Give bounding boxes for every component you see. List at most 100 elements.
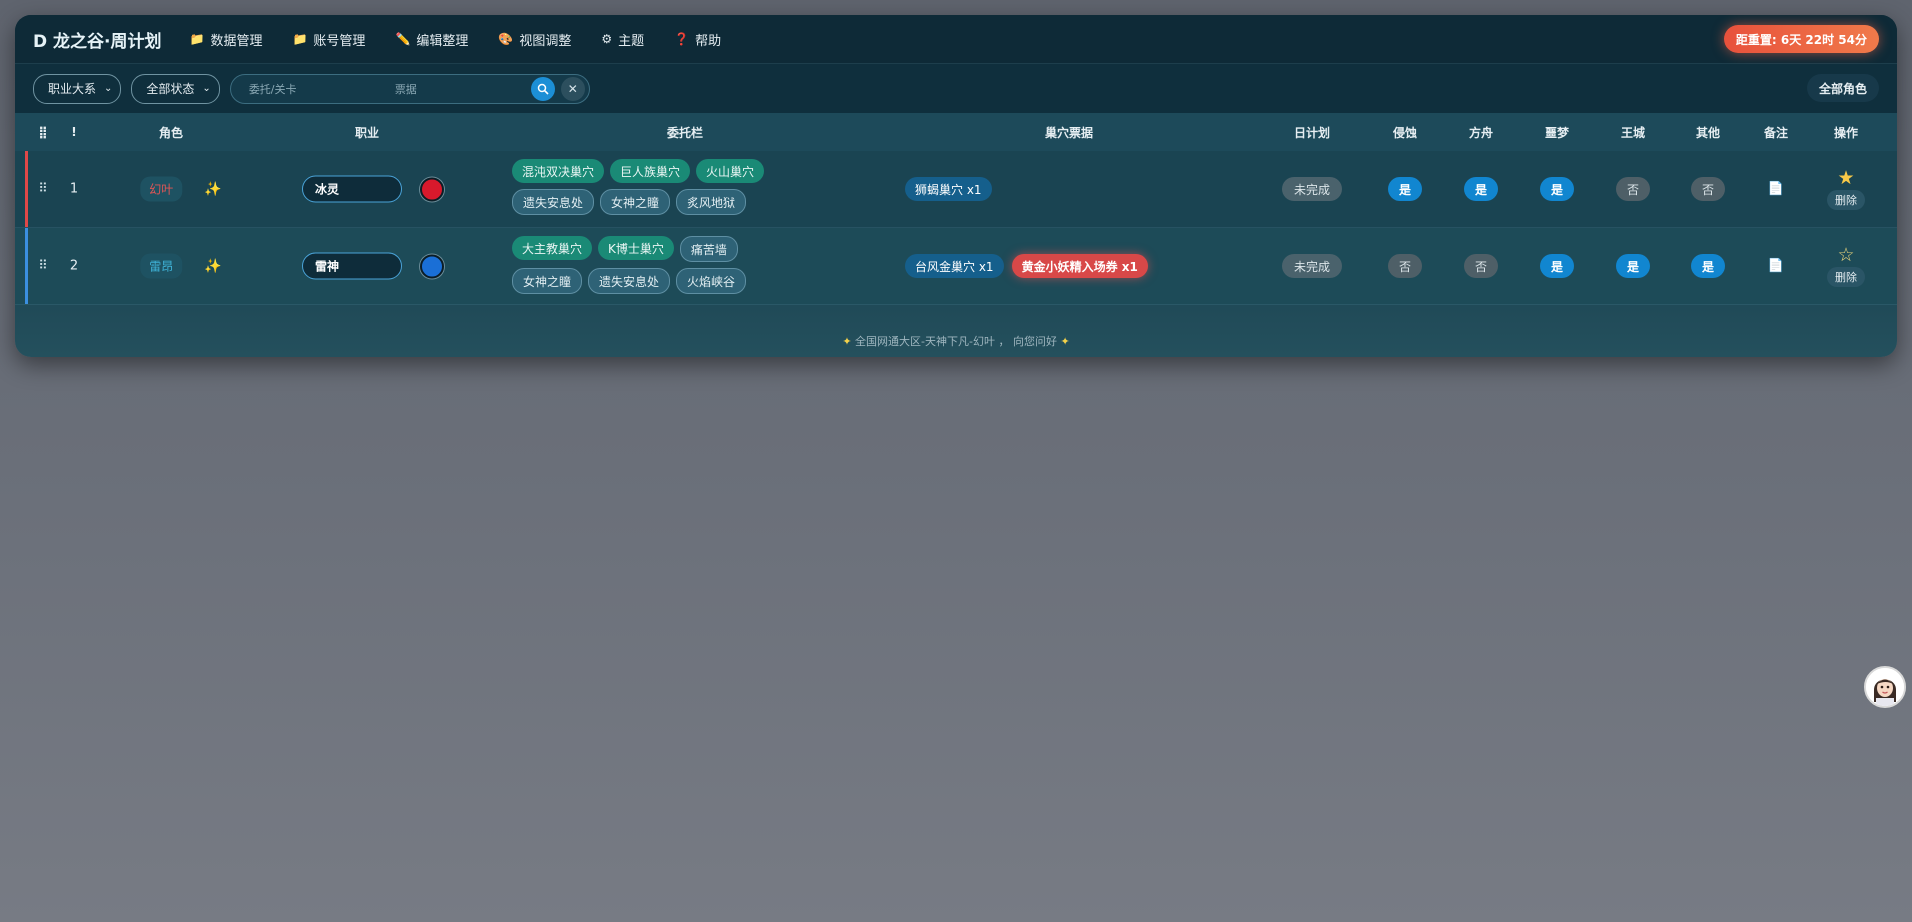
star-filled-icon[interactable]: ★	[1837, 168, 1854, 188]
footer-text: 全国网通大区-天神下凡-幻叶 ， 向您问好	[855, 335, 1057, 348]
header-ops: 操作	[1833, 125, 1859, 140]
task-chip[interactable]: 痛苦墙	[679, 236, 738, 262]
table-cell: 1	[70, 182, 78, 197]
ticket-badge[interactable]: 台风金巢穴 x1	[905, 254, 1004, 278]
status-filter-select[interactable]: 全部状态 ⌄	[131, 73, 220, 104]
other-toggle[interactable]: 否	[1691, 177, 1725, 201]
close-icon: ✕	[567, 81, 578, 96]
note-icon[interactable]: 📄	[1768, 259, 1784, 274]
royal-toggle[interactable]: 否	[1616, 177, 1650, 201]
star-outline-icon[interactable]: ☆	[1837, 245, 1854, 265]
row-actions: ☆ 删除	[1827, 245, 1865, 287]
header-tasks: 委托栏	[666, 125, 704, 140]
task-chip[interactable]: 遗失安息处	[512, 189, 595, 215]
task-chip[interactable]: K博士巢穴	[598, 236, 674, 260]
task-chip[interactable]: 大主教巢穴	[512, 236, 593, 260]
job-input[interactable]: 冰灵	[302, 175, 402, 203]
ticket-badge[interactable]: 黄金小妖精入场券 x1	[1011, 254, 1148, 278]
status-filter-value: 全部状态	[146, 82, 195, 96]
header-flag: !	[71, 125, 77, 139]
menu-item-3[interactable]: ✏️ 编辑整理	[395, 30, 468, 49]
task-chip[interactable]: 女神之瞳	[600, 189, 671, 215]
ticket-search-input[interactable]: 票据	[395, 81, 525, 97]
task-chip[interactable]: 遗失安息处	[588, 268, 671, 294]
top-menu: 📁 数据管理 📁 账号管理 ✏️ 编辑整理 🎨 视图调整 ⚙ 主题 ❓ 帮助	[190, 30, 752, 49]
task-chip-list: 混沌双决巢穴 巨人族巢穴 火山巢穴遗失安息处 女神之瞳 炙风地狱	[512, 159, 812, 215]
header-ark: 方舟	[1468, 125, 1494, 140]
note-icon[interactable]: 📄	[1768, 182, 1784, 197]
table-row: ⠿ 1 幻叶 ✨ 冰灵 混沌双决巢穴 巨人族巢穴 火山巢穴遗失安息处 女神之瞳 炙风地狱 狮蝎巢穴 …	[15, 151, 1897, 228]
task-chip[interactable]: 巨人族巢穴	[610, 159, 691, 183]
ticket-list: 台风金巢穴 x1 黄金小妖精入场券 x1	[905, 254, 1148, 278]
avatar-icon	[1866, 668, 1904, 706]
menu-item-5[interactable]: ⚙ 主题	[601, 30, 644, 49]
table-cell: 未完成	[1281, 177, 1343, 201]
nightmare-toggle[interactable]: 是	[1540, 177, 1574, 201]
role-cell: 雷昂 ✨	[140, 253, 222, 279]
menu-item-1[interactable]: 📁 数据管理	[190, 30, 263, 49]
drag-handle-icon[interactable]: ⠿	[38, 259, 48, 274]
sparkle-icon[interactable]: ✨	[204, 181, 221, 197]
row-actions: ★ 删除	[1827, 168, 1865, 210]
table-cell: 幻叶 ✨	[140, 176, 222, 202]
menu-icon: 📁	[189, 32, 205, 46]
sparkle-icon[interactable]: ✨	[204, 258, 221, 274]
table-cell: 是	[1540, 254, 1574, 278]
role-cell: 幻叶 ✨	[140, 176, 222, 202]
job-input[interactable]: 雷神	[302, 252, 402, 280]
royal-toggle[interactable]: 是	[1616, 254, 1650, 278]
job-color-swatch[interactable]	[420, 177, 444, 201]
chevron-down-icon: ⌄	[104, 83, 113, 94]
table-cell: 是	[1388, 177, 1422, 201]
table-cell: 是	[1464, 177, 1498, 201]
table-cell: 冰灵	[302, 175, 444, 203]
table-cell: ⠿	[38, 259, 48, 274]
menu-icon: ✏️	[395, 32, 411, 46]
role-name-tag[interactable]: 幻叶	[140, 176, 183, 202]
delete-button[interactable]: 删除	[1827, 267, 1865, 287]
filter-toolbar: 职业大系 ⌄ 全部状态 ⌄ 委托/关卡 票据 ✕ 全部角色	[15, 64, 1897, 113]
table-cell: ☆ 删除	[1827, 245, 1865, 287]
table-cell: 2	[70, 259, 78, 274]
table-cell: 📄	[1768, 259, 1784, 274]
daily-plan-status[interactable]: 未完成	[1281, 254, 1343, 278]
task-search-input[interactable]: 委托/关卡	[249, 81, 395, 97]
chevron-down-icon: ⌄	[202, 83, 211, 94]
invade-toggle[interactable]: 否	[1388, 254, 1422, 278]
job-cell: 雷神	[302, 252, 444, 280]
menu-item-6[interactable]: ❓ 帮助	[674, 30, 721, 49]
footer-greeting: ✦ 全国网通大区-天神下凡-幻叶 ， 向您问好 ✦	[15, 333, 1897, 349]
all-roles-button[interactable]: 全部角色	[1806, 74, 1879, 102]
invade-toggle[interactable]: 是	[1388, 177, 1422, 201]
clear-search-button[interactable]: ✕	[560, 76, 585, 101]
task-chip[interactable]: 炙风地狱	[676, 189, 747, 215]
menu-item-label: 数据管理	[210, 33, 263, 49]
search-button[interactable]	[530, 76, 555, 101]
ark-toggle[interactable]: 否	[1464, 254, 1498, 278]
header-daily: 日计划	[1293, 125, 1331, 140]
menu-item-label: 帮助	[695, 33, 722, 49]
table-cell: 否	[1464, 254, 1498, 278]
task-chip[interactable]: 火焰峡谷	[676, 268, 747, 294]
task-chip[interactable]: 混沌双决巢穴	[512, 159, 605, 183]
ark-toggle[interactable]: 是	[1464, 177, 1498, 201]
class-filter-select[interactable]: 职业大系 ⌄	[33, 73, 122, 104]
job-color-swatch[interactable]	[420, 254, 444, 278]
daily-plan-status[interactable]: 未完成	[1281, 177, 1343, 201]
task-chip[interactable]: 火山巢穴	[696, 159, 765, 183]
ticket-badge[interactable]: 狮蝎巢穴 x1	[905, 177, 992, 201]
menu-icon: 📁	[292, 32, 308, 46]
sparkle-icon: ✦	[1060, 335, 1070, 348]
menu-item-2[interactable]: 📁 账号管理	[292, 30, 365, 49]
menu-item-4[interactable]: 🎨 视图调整	[498, 30, 571, 49]
role-name-tag[interactable]: 雷昂	[140, 253, 183, 279]
nightmare-toggle[interactable]: 是	[1540, 254, 1574, 278]
other-toggle[interactable]: 是	[1691, 254, 1725, 278]
task-chip[interactable]: 女神之瞳	[512, 268, 583, 294]
delete-button[interactable]: 删除	[1827, 190, 1865, 210]
menu-item-label: 账号管理	[313, 33, 366, 49]
class-filter-value: 职业大系	[48, 82, 97, 96]
drag-handle-icon[interactable]: ⠿	[38, 182, 48, 197]
assistant-avatar[interactable]	[1864, 666, 1906, 708]
header-note: 备注	[1763, 125, 1789, 140]
